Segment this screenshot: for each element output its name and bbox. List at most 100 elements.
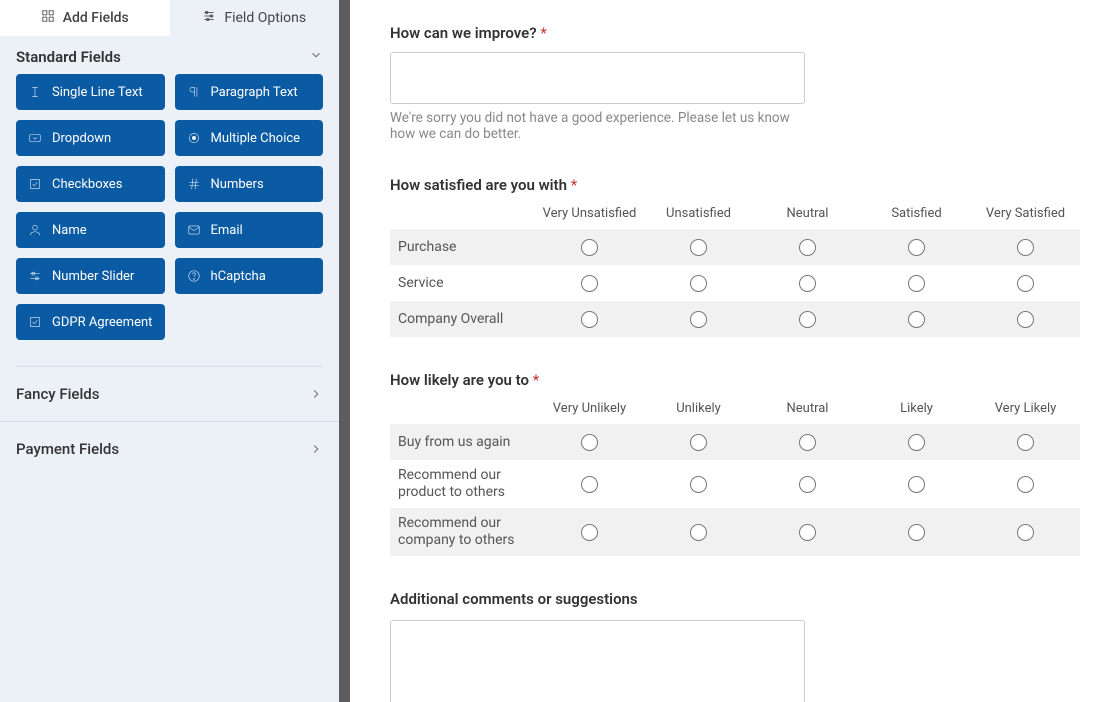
likert-radio[interactable] — [908, 275, 925, 292]
scale-header: Unsatisfied — [644, 206, 753, 229]
sidebar-tabs: Add Fields Field Options — [0, 0, 339, 36]
likert-radio[interactable] — [799, 311, 816, 328]
section-payment-fields[interactable]: Payment Fields — [0, 422, 339, 476]
user-icon — [28, 223, 42, 237]
question-label: How satisfied are you with — [390, 176, 567, 194]
field-multiple-choice[interactable]: Multiple Choice — [175, 120, 324, 156]
likert-radio[interactable] — [1017, 239, 1034, 256]
scale-header: Satisfied — [862, 206, 971, 229]
likert-radio[interactable] — [581, 239, 598, 256]
field-numbers[interactable]: Numbers — [175, 166, 324, 202]
row-label: Purchase — [390, 239, 535, 255]
question-satisfaction: How satisfied are you with * Very Unsati… — [390, 176, 1076, 337]
required-asterisk: * — [540, 24, 546, 42]
scale-header: Neutral — [753, 206, 862, 229]
field-number-slider[interactable]: Number Slider — [16, 258, 165, 294]
likert-row: Recommend our product to others — [390, 460, 1080, 508]
likert-radio[interactable] — [690, 275, 707, 292]
field-label: Email — [211, 223, 243, 238]
likert-radio[interactable] — [799, 476, 816, 493]
field-dropdown[interactable]: Dropdown — [16, 120, 165, 156]
field-single-line-text[interactable]: Single Line Text — [16, 74, 165, 110]
likert-radio[interactable] — [581, 434, 598, 451]
row-label: Recommend our product to others — [390, 467, 535, 501]
question-likelihood: How likely are you to * Very Unlikely Un… — [390, 371, 1076, 556]
chevron-right-icon — [309, 442, 323, 456]
likert-radio[interactable] — [908, 476, 925, 493]
likert-radio[interactable] — [581, 524, 598, 541]
likert-radio[interactable] — [1017, 311, 1034, 328]
likert-radio[interactable] — [690, 239, 707, 256]
sidebar: Add Fields Field Options Standard Fields… — [0, 0, 350, 702]
likert-radio[interactable] — [908, 434, 925, 451]
additional-comments-textarea[interactable] — [390, 620, 805, 702]
likert-radio[interactable] — [1017, 524, 1034, 541]
scale-header: Unlikely — [644, 401, 753, 424]
likert-radio[interactable] — [1017, 275, 1034, 292]
paragraph-icon — [187, 85, 201, 99]
field-label: Number Slider — [52, 269, 134, 284]
likert-radio[interactable] — [908, 524, 925, 541]
likert-satisfaction: Very Unsatisfied Unsatisfied Neutral Sat… — [390, 206, 1080, 337]
form-canvas[interactable]: How can we improve? * We're sorry you di… — [350, 0, 1116, 702]
field-gdpr-agreement[interactable]: GDPR Agreement — [16, 304, 165, 340]
question-label: How likely are you to — [390, 371, 529, 389]
likert-radio[interactable] — [799, 275, 816, 292]
checkbox-icon — [28, 315, 42, 329]
field-checkboxes[interactable]: Checkboxes — [16, 166, 165, 202]
likert-radio[interactable] — [581, 275, 598, 292]
likert-radio[interactable] — [690, 311, 707, 328]
likert-radio[interactable] — [799, 434, 816, 451]
likert-row: Purchase — [390, 229, 1080, 265]
field-hcaptcha[interactable]: hCaptcha — [175, 258, 324, 294]
field-label: GDPR Agreement — [52, 315, 152, 330]
tab-label: Field Options — [224, 10, 306, 26]
tab-add-fields[interactable]: Add Fields — [0, 0, 170, 36]
required-asterisk: * — [571, 176, 577, 194]
field-name[interactable]: Name — [16, 212, 165, 248]
section-fancy-fields[interactable]: Fancy Fields — [0, 367, 339, 422]
field-paragraph-text[interactable]: Paragraph Text — [175, 74, 324, 110]
question-improve: How can we improve? * We're sorry you di… — [390, 24, 805, 142]
likert-radio[interactable] — [908, 311, 925, 328]
question-label: How can we improve? — [390, 24, 537, 42]
question-additional-comments: Additional comments or suggestions — [390, 590, 1076, 702]
sliders-icon — [202, 9, 216, 27]
chevron-down-icon — [309, 48, 323, 66]
section-title: Standard Fields — [16, 48, 121, 66]
row-label: Buy from us again — [390, 434, 535, 450]
scale-header: Neutral — [753, 401, 862, 424]
section-standard-fields[interactable]: Standard Fields — [0, 36, 339, 74]
scale-header: Very Likely — [971, 401, 1080, 424]
question-description: We're sorry you did not have a good expe… — [390, 110, 805, 142]
mail-icon — [187, 223, 201, 237]
likert-radio[interactable] — [581, 476, 598, 493]
radio-icon — [187, 131, 201, 145]
likert-radio[interactable] — [908, 239, 925, 256]
tab-field-options[interactable]: Field Options — [170, 0, 340, 36]
section-title: Fancy Fields — [16, 385, 99, 403]
field-label: Name — [52, 223, 87, 238]
question-label: Additional comments or suggestions — [390, 590, 1076, 608]
field-label: Multiple Choice — [211, 131, 301, 146]
field-label: Dropdown — [52, 131, 111, 146]
row-label: Recommend our company to others — [390, 515, 535, 549]
likert-radio[interactable] — [581, 311, 598, 328]
likert-row: Service — [390, 265, 1080, 301]
checkbox-icon — [28, 177, 42, 191]
grid-icon — [41, 9, 55, 27]
field-email[interactable]: Email — [175, 212, 324, 248]
likert-radio[interactable] — [1017, 434, 1034, 451]
likert-row: Buy from us again — [390, 424, 1080, 460]
field-label: Checkboxes — [52, 177, 122, 192]
likert-radio[interactable] — [799, 239, 816, 256]
likert-radio[interactable] — [799, 524, 816, 541]
likert-radio[interactable] — [690, 476, 707, 493]
likert-radio[interactable] — [1017, 476, 1034, 493]
likert-radio[interactable] — [690, 434, 707, 451]
slider-icon — [28, 269, 42, 283]
likert-radio[interactable] — [690, 524, 707, 541]
likert-likelihood: Very Unlikely Unlikely Neutral Likely Ve… — [390, 401, 1080, 556]
tab-label: Add Fields — [63, 10, 129, 26]
improve-textarea[interactable] — [390, 52, 805, 104]
